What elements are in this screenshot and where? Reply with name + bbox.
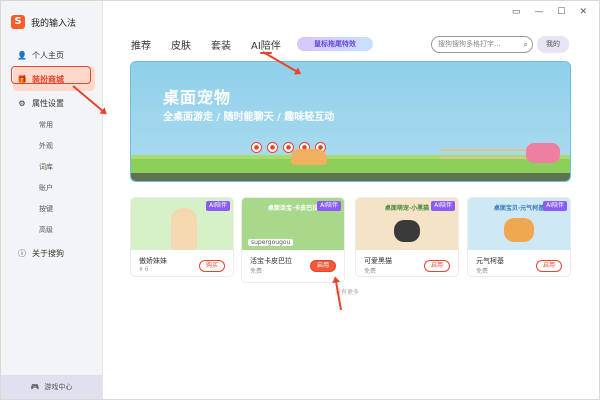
card-price: 免费: [250, 268, 263, 275]
shop-tabs: 推荐 皮肤 套装 AI陪伴: [131, 37, 281, 54]
card-name: 元气柯基: [476, 257, 504, 265]
search-input[interactable]: 搜狗搜狗多格打字... ⌕: [431, 36, 533, 53]
settings-subnav: 常用 外观 词库 账户 按键 高级: [39, 115, 95, 241]
game-center-button[interactable]: 🎮 游戏中心: [1, 375, 102, 399]
game-center-label: 游戏中心: [44, 383, 73, 391]
subnav-item-keys[interactable]: 按键: [39, 199, 95, 220]
enable-button[interactable]: 启用: [424, 260, 450, 272]
corgi-image: [504, 218, 534, 242]
card-price: 免费: [476, 268, 489, 275]
tab-skins[interactable]: 皮肤: [171, 37, 191, 52]
card-name: 可爱黑猫: [364, 257, 392, 265]
gamepad-icon: 🎮: [30, 383, 40, 391]
tab-ai-companion[interactable]: AI陪伴: [251, 37, 281, 54]
sidebar-item-label: 属性设置: [32, 98, 64, 108]
sidebar-item-profile[interactable]: 👤 个人主页: [13, 43, 95, 67]
enable-button[interactable]: 启用: [310, 260, 336, 272]
buy-button[interactable]: 购买: [199, 260, 225, 272]
card-price: ¥ 6: [139, 266, 149, 273]
subnav-item-dictionary[interactable]: 词库: [39, 157, 95, 178]
search-icon[interactable]: ⌕: [524, 37, 528, 52]
sidebar-item-label: 个人主页: [32, 50, 64, 60]
card-name: 傲娇妹妹: [139, 257, 167, 265]
person-icon: 👤: [17, 50, 27, 60]
search-placeholder: 搜狗搜狗多格打字...: [438, 40, 501, 48]
black-cat-image: [394, 220, 420, 242]
subnav-item-account[interactable]: 账户: [39, 178, 95, 199]
card-image: AI陪伴: [131, 198, 233, 250]
card-image: 桌面萌宠·小黑猫 AI陪伴: [356, 198, 458, 250]
ai-tag: AI陪伴: [206, 201, 230, 211]
sidebar: S 我的输入法 👤 个人主页 🎁 装扮商城 ⚙ 属性设置 常用 外观 词库 账户…: [1, 1, 103, 399]
sidebar-item-label: 关于搜狗: [32, 248, 64, 258]
feature-icon: ●: [267, 142, 278, 153]
banner-subtitle: 全桌面游走 / 随时能聊天 / 趣味轻互动: [163, 112, 335, 123]
ai-tag: AI陪伴: [543, 201, 567, 211]
sogou-logo-icon: S: [11, 15, 25, 29]
mine-button[interactable]: 我的: [537, 36, 569, 53]
desktop-pet-banner[interactable]: 桌面宠物 全桌面游走 / 随时能聊天 / 趣味轻互动 ● ● ● ● ●: [130, 61, 571, 182]
enable-button[interactable]: 启用: [536, 260, 562, 272]
brand: S 我的输入法: [11, 15, 76, 29]
pet-card[interactable]: 桌面活宝·卡皮巴拉 AI陪伴 supergougou 活宝卡皮巴拉 免费 启用: [241, 197, 345, 283]
window-controls: ▭ — ☐ ✕: [512, 7, 587, 17]
feedback-icon[interactable]: ▭: [512, 7, 521, 17]
card-image: 桌面宝贝·元气柯基 AI陪伴: [468, 198, 570, 250]
pet-card[interactable]: AI陪伴 傲娇妹妹 ¥ 6 购买: [130, 197, 234, 277]
card-price: 免费: [364, 268, 377, 275]
shiba-dog-image: [291, 149, 327, 165]
banner-fence: [440, 149, 530, 159]
promo-badge[interactable]: 鼠标拖尾特效: [297, 37, 373, 51]
info-icon: ⓘ: [18, 248, 26, 258]
tab-label: AI陪伴: [251, 41, 281, 52]
ai-tag: AI陪伴: [431, 201, 455, 211]
close-icon[interactable]: ✕: [579, 7, 587, 17]
feature-icon: ●: [251, 142, 262, 153]
app-title: 我的输入法: [31, 18, 77, 29]
tab-recommend[interactable]: 推荐: [131, 37, 151, 52]
maximize-icon[interactable]: ☐: [557, 7, 565, 17]
sidebar-item-about[interactable]: ⓘ 关于搜狗: [13, 241, 95, 265]
gear-icon: ⚙: [18, 98, 26, 108]
tab-suits[interactable]: 套装: [211, 37, 231, 52]
pet-card[interactable]: 桌面宝贝·元气柯基 AI陪伴 元气柯基 免费 启用: [467, 197, 571, 277]
card-name: 活宝卡皮巴拉: [250, 257, 292, 265]
minimize-icon[interactable]: —: [534, 7, 543, 17]
subnav-item-advanced[interactable]: 高级: [39, 220, 95, 241]
card-image: 桌面活宝·卡皮巴拉 AI陪伴 supergougou: [242, 198, 344, 250]
pet-card[interactable]: 桌面萌宠·小黑猫 AI陪伴 可爱黑猫 免费 启用: [355, 197, 459, 277]
annotation-ring-shop: [11, 66, 91, 84]
banner-title: 桌面宠物: [163, 88, 232, 107]
black-cat-car-image: [526, 143, 560, 163]
ai-tag: AI陪伴: [317, 201, 341, 211]
subnav-item-common[interactable]: 常用: [39, 115, 95, 136]
banner-taskbar: [131, 173, 570, 181]
author-badge: supergougou: [248, 239, 294, 246]
app-window: S 我的输入法 👤 个人主页 🎁 装扮商城 ⚙ 属性设置 常用 外观 词库 账户…: [0, 0, 600, 400]
subnav-item-appearance[interactable]: 外观: [39, 136, 95, 157]
girl-character-image: [171, 208, 197, 250]
